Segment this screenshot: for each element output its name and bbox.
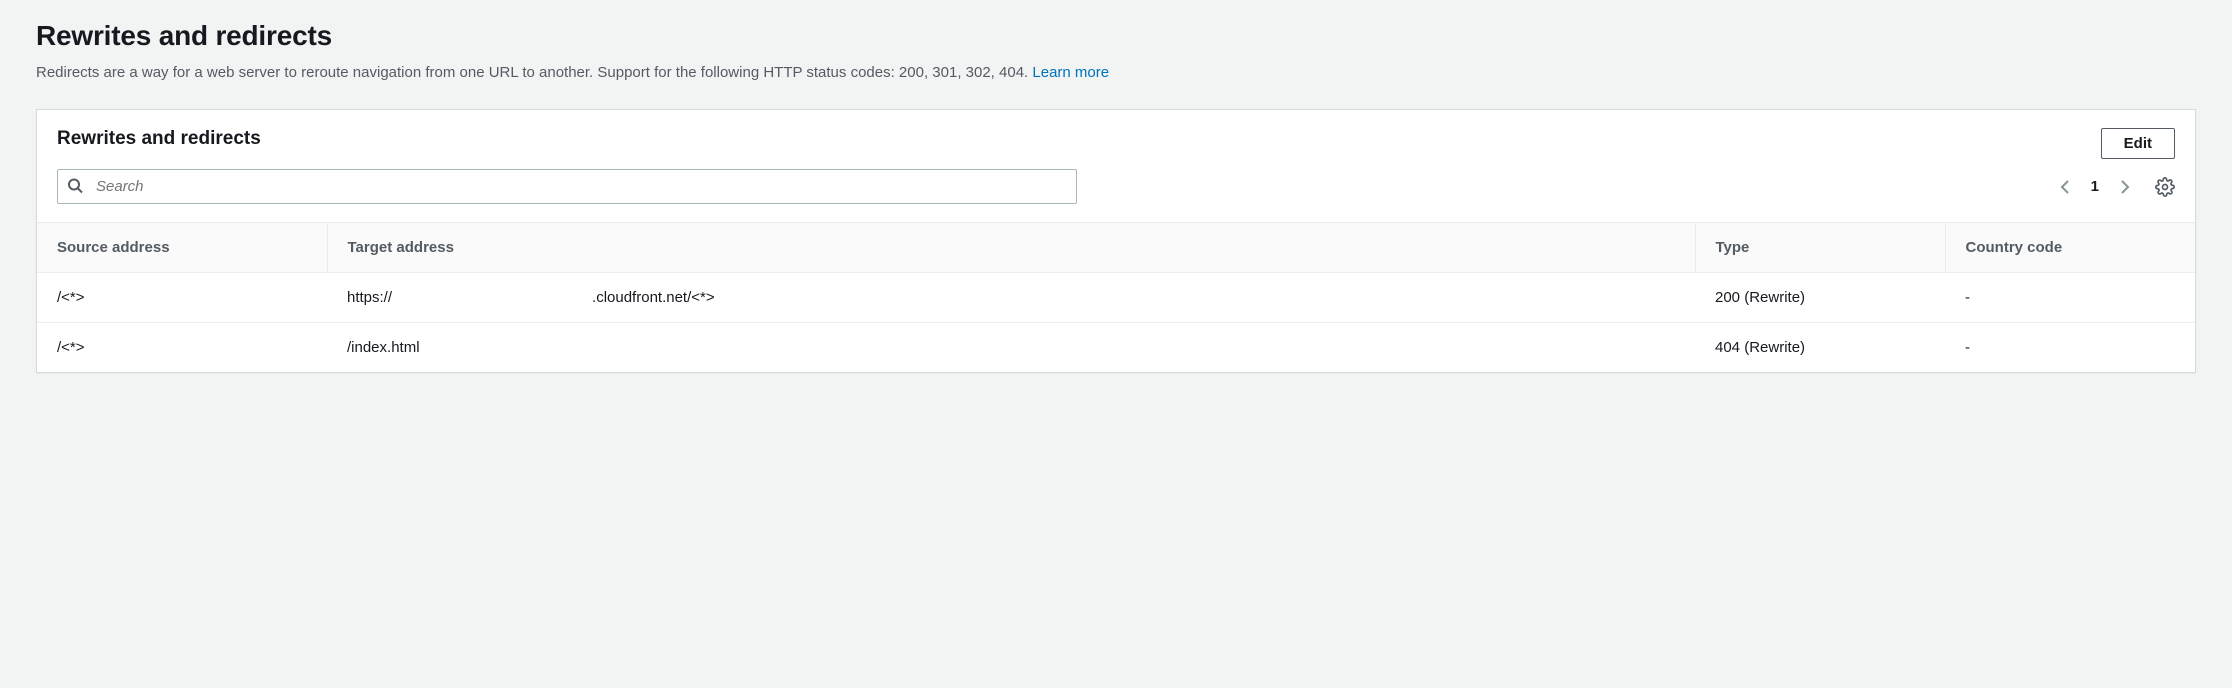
pager-prev-button[interactable] (2059, 177, 2073, 197)
settings-button[interactable] (2155, 177, 2175, 197)
cell-type: 404 (Rewrite) (1695, 323, 1945, 373)
target-prefix: https:// (347, 289, 392, 306)
pager-current-page: 1 (2087, 178, 2103, 195)
edit-button[interactable]: Edit (2101, 128, 2175, 159)
cell-source: /<*> (37, 273, 327, 323)
cell-target: /index.html (327, 323, 1695, 373)
learn-more-link[interactable]: Learn more (1032, 64, 1109, 81)
panel-title: Rewrites and redirects (57, 128, 261, 150)
target-suffix: .cloudfront.net/<*> (592, 289, 715, 306)
col-header-country: Country code (1945, 223, 2195, 273)
cell-country: - (1945, 273, 2195, 323)
redirects-table: Source address Target address Type Count… (37, 222, 2195, 372)
cell-country: - (1945, 323, 2195, 373)
panel-toolbar: 1 (37, 169, 2195, 222)
target-prefix: /index.html (347, 339, 420, 356)
col-header-type: Type (1695, 223, 1945, 273)
page-description: Redirects are a way for a web server to … (36, 62, 2196, 83)
pager: 1 (2047, 177, 2175, 197)
description-text: Redirects are a way for a web server to … (36, 64, 1028, 81)
rewrites-panel: Rewrites and redirects Edit 1 (36, 109, 2196, 373)
chevron-left-icon (2059, 177, 2073, 197)
cell-target: https:// .cloudfront.net/<*> (327, 273, 1695, 323)
cell-type: 200 (Rewrite) (1695, 273, 1945, 323)
pager-next-button[interactable] (2117, 177, 2131, 197)
page-title: Rewrites and redirects (36, 20, 2196, 52)
search-wrap (57, 169, 1077, 204)
cell-source: /<*> (37, 323, 327, 373)
search-input[interactable] (57, 169, 1077, 204)
panel-header: Rewrites and redirects Edit (37, 110, 2195, 169)
col-header-target: Target address (327, 223, 1695, 273)
table-row: /<*> https:// .cloudfront.net/<*> 200 (R… (37, 273, 2195, 323)
table-row: /<*> /index.html 404 (Rewrite) - (37, 323, 2195, 373)
chevron-right-icon (2117, 177, 2131, 197)
col-header-source: Source address (37, 223, 327, 273)
gear-icon (2155, 177, 2175, 197)
